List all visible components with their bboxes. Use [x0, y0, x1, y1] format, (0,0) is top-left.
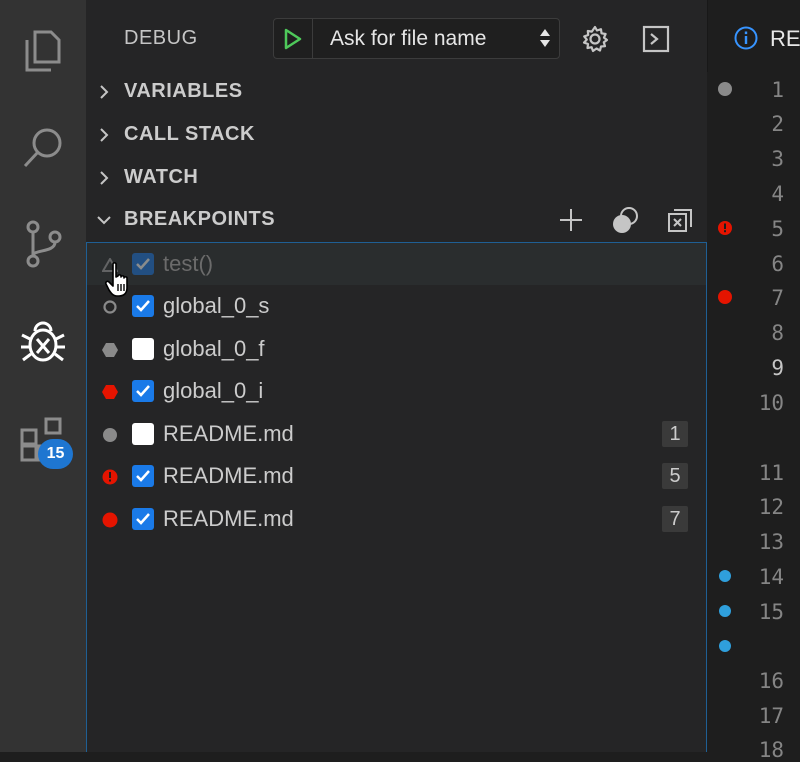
breakpoints-title: BREAKPOINTS: [124, 208, 276, 230]
breakpoint-name: README.md: [163, 463, 294, 488]
breakpoint-name: global_0_i: [163, 378, 264, 403]
breakpoint-item[interactable]: global_0_f: [87, 328, 706, 370]
debug-title: DEBUG: [124, 27, 198, 49]
breakpoint-checkbox[interactable]: [132, 423, 154, 445]
red-exclamation-dot-icon: [101, 468, 119, 486]
debug-header: DEBUG Ask for file name: [86, 0, 707, 72]
line-number: 3: [771, 147, 784, 171]
editor-tab-label: RE: [770, 26, 800, 51]
line-number: 7: [771, 286, 784, 310]
grey-dot-icon: [101, 426, 119, 444]
line-number: 16: [758, 669, 784, 693]
debug-sidebar: DEBUG Ask for file name VARIABLES CALL S…: [86, 0, 707, 752]
breakpoint-name: global_0_s: [163, 293, 270, 318]
line-number: 17: [758, 704, 784, 728]
breakpoint-checkbox[interactable]: [132, 380, 154, 402]
variables-title: VARIABLES: [124, 80, 243, 102]
breakpoint-checkbox[interactable]: [132, 465, 154, 487]
breakpoint-checkbox[interactable]: [132, 508, 154, 530]
launch-config-select[interactable]: Ask for file name: [273, 18, 560, 59]
toggle-breakpoints-icon[interactable]: [610, 204, 642, 236]
launch-config-label: Ask for file name: [330, 27, 487, 50]
breakpoint-name: global_0_f: [163, 336, 265, 361]
info-icon: [734, 26, 758, 50]
line-number: 4: [771, 182, 784, 206]
debug-console-icon[interactable]: [639, 22, 673, 56]
breakpoint-line-badge: 1: [662, 421, 688, 447]
gutter-inline-breakpoint-icon[interactable]: [719, 640, 731, 652]
breakpoint-item[interactable]: README.md 5: [87, 455, 706, 497]
red-hexagon-icon: [101, 383, 119, 401]
breakpoints-section-header[interactable]: BREAKPOINTS: [86, 200, 707, 240]
breakpoint-name: README.md: [163, 421, 294, 446]
breakpoint-item[interactable]: global_0_s: [87, 285, 706, 327]
extensions-icon[interactable]: [0, 400, 86, 480]
line-number: 13: [758, 530, 784, 554]
chevron-right-icon: [100, 171, 109, 185]
editor-area: RE 1 2 3 4 5 6 7 8 9 10 11 12 13 14 15 1…: [707, 0, 800, 762]
search-icon[interactable]: [0, 108, 86, 188]
select-arrows-icon: [539, 26, 551, 55]
variables-section-header[interactable]: VARIABLES: [86, 72, 707, 112]
breakpoint-checkbox[interactable]: [132, 253, 154, 275]
gutter-unverified-breakpoint-icon[interactable]: [718, 221, 732, 235]
breakpoint-line-badge: 5: [662, 463, 688, 489]
line-number: 6: [771, 252, 784, 276]
hand-cursor-icon: [104, 262, 135, 303]
breakpoint-item[interactable]: test(): [87, 243, 706, 285]
source-control-icon[interactable]: [0, 204, 86, 284]
line-number: 11: [758, 461, 784, 485]
line-number: 8: [771, 321, 784, 345]
chevron-right-icon: [100, 128, 109, 142]
start-debugging-button[interactable]: [274, 19, 313, 58]
gutter-breakpoint-icon[interactable]: [718, 290, 732, 304]
breakpoint-checkbox[interactable]: [132, 338, 154, 360]
editor-tab[interactable]: RE: [707, 0, 800, 72]
line-number: 18: [758, 738, 784, 762]
line-number: 15: [758, 600, 784, 624]
line-number: 2: [771, 112, 784, 136]
grey-hexagon-icon: [101, 341, 119, 359]
add-function-breakpoint-icon[interactable]: [555, 204, 587, 236]
breakpoint-item[interactable]: README.md 1: [87, 413, 706, 455]
play-icon: [284, 28, 302, 49]
breakpoint-name: test(): [163, 251, 214, 276]
breakpoint-checkbox[interactable]: [132, 295, 154, 317]
breakpoint-name: README.md: [163, 506, 294, 531]
line-number: 1: [771, 78, 784, 102]
extensions-badge: 15: [38, 439, 73, 469]
debug-icon[interactable]: [0, 302, 86, 382]
line-number: 12: [758, 495, 784, 519]
chevron-right-icon: [100, 85, 109, 99]
remove-all-breakpoints-icon[interactable]: [664, 204, 696, 236]
line-number: 10: [758, 391, 784, 415]
watch-title: WATCH: [124, 166, 199, 188]
line-number: 14: [758, 565, 784, 589]
gutter-inline-breakpoint-icon[interactable]: [719, 570, 731, 582]
activity-bar: 15: [0, 0, 86, 752]
gutter-disabled-breakpoint-icon[interactable]: [718, 82, 732, 96]
breakpoint-item[interactable]: global_0_i: [87, 370, 706, 412]
red-dot-icon: [101, 511, 119, 529]
explorer-icon[interactable]: [0, 10, 86, 90]
breakpoints-list: test() global_0_s global_0_f global_0_i …: [86, 242, 707, 752]
breakpoint-line-badge: 7: [662, 506, 688, 532]
line-number: 5: [771, 217, 784, 241]
call-stack-title: CALL STACK: [124, 123, 255, 145]
breakpoint-item[interactable]: README.md 7: [87, 498, 706, 540]
gear-icon[interactable]: [578, 22, 612, 56]
gutter-inline-breakpoint-icon[interactable]: [719, 605, 731, 617]
watch-section-header[interactable]: WATCH: [86, 158, 707, 198]
call-stack-section-header[interactable]: CALL STACK: [86, 115, 707, 155]
current-line-number: 9: [771, 356, 784, 380]
chevron-down-icon: [97, 216, 111, 225]
